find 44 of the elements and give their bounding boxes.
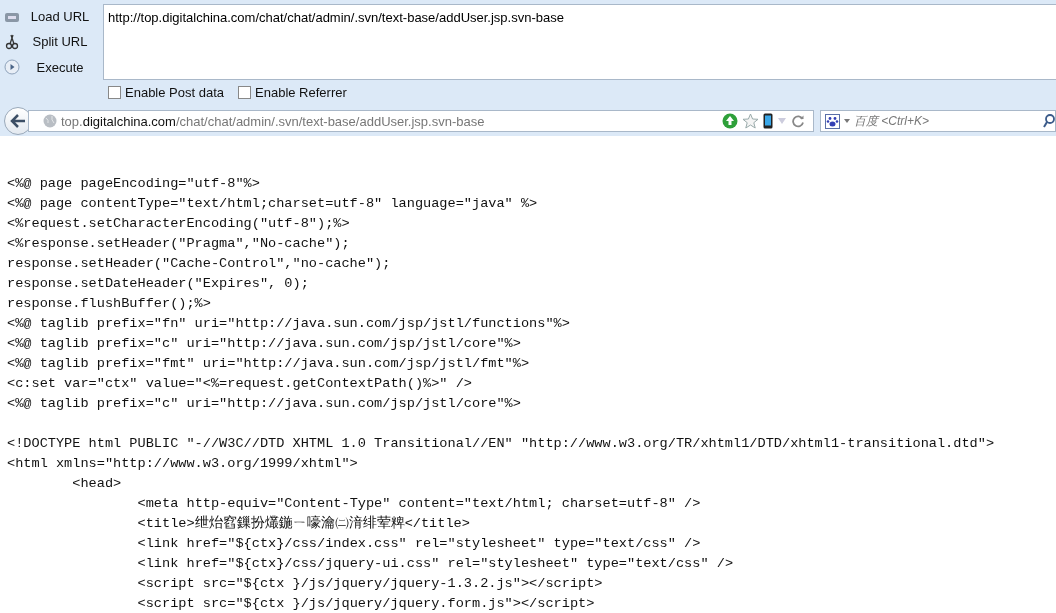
search-field[interactable]: 百度 <Ctrl+K> [820,110,1056,132]
source-code-line: <%@ taglib prefix="c" uri="http://java.sun.com/jsp/jstl/core"%> [7,395,522,413]
source-code-line: <!DOCTYPE html PUBLIC "-//W3C//DTD XHTML 1.0 Transitional//EN" "http://www.w3.org/TR/xhtml1/DTD/xhtml1-transitional.dtd"> [7,435,996,453]
source-code-line: <%@ page pageEncoding="utf-8"%> [7,175,261,193]
source-code-line: <script src="${ctx }/js/jquery/jquery.form.js"></script> [136,595,596,613]
source-code-line: <%request.setCharacterEncoding("utf-8");%> [7,215,351,233]
source-code-line: <meta http-equiv="Content-Type" content="text/html; charset=utf-8" /> [136,495,702,513]
source-code-line: response.setDateHeader("Expires", 0); [7,275,310,293]
toolbar-button[interactable]: Load URL [0,4,103,30]
checkbox[interactable] [108,86,121,99]
source-code-line: <c:set var="ctx" value="<%=request.getContextPath()%>" /> [7,375,473,393]
toolbar-button[interactable]: Split URL [0,29,103,55]
source-code-line: <link href="${ctx}/css/jquery-ui.css" rel="stylesheet" type="text/css" /> [136,555,735,573]
play-icon [4,59,20,76]
url-input-field[interactable]: http://top.digitalchina.com/chat/chat/admin/.svn/text-base/addUser.jsp.svn-base [103,4,1056,80]
checkbox[interactable] [238,86,252,99]
source-code-line: response.setHeader("Cache-Control","no-cache"); [7,255,392,273]
source-code-line: <%@ taglib prefix="fmt" uri="http://java.sun.com/jsp/jstl/fmt"%> [7,355,531,373]
source-code-line: <%response.setHeader("Pragma","No-cache"); [7,235,351,253]
search-icon[interactable] [1043,114,1055,128]
caret-icon[interactable] [844,119,850,123]
source-code-line: <title>绁炲窞鏁扮爜鍦ㄧ嚎瀹㈡湇绯荤粺</title> [136,514,471,533]
back-arrow-icon [10,114,26,128]
source-code-line: <%@ page contentType="text/html;charset=utf-8" language="java" %> [7,195,539,213]
globe-icon [43,114,57,128]
url-text: top. [61,113,83,129]
source-code-line: <link href="${ctx}/css/index.css" rel="stylesheet" type="text/css" /> [136,535,702,553]
address-bar[interactable]: top.digitalchina.com/chat/chat/admin/.svn/text-base/addUser.jsp.svn-base [28,110,814,132]
scissors-icon [4,34,20,50]
source-code-line: <%@ taglib prefix="c" uri="http://java.sun.com/jsp/jstl/core"%> [7,335,522,353]
source-code-line: <head> [71,475,123,493]
checkbox-label: Enable Post data [125,85,225,100]
toolbar-button[interactable]: Execute [0,54,103,80]
url-path: /chat/chat/admin/.svn/text-base/addUser.jsp.svn-base [175,113,485,129]
paw-icon[interactable] [825,113,840,129]
source-code-line: response.flushBuffer();%> [7,295,212,313]
source-code-line: <html xmlns="http://www.w3.org/1999/xhtml"> [7,455,359,473]
source-code-line: <%@ taglib prefix="fn" uri="http://java.sun.com/jsp/jstl/functions"%> [7,315,571,333]
phone-icon[interactable] [763,113,773,129]
star-icon[interactable] [742,113,759,129]
source-code-line: <script src="${ctx }/js/jquery/jquery-1.3.2.js"></script> [136,575,604,593]
url-domain: digitalchina.com [82,113,176,129]
reload-icon[interactable] [791,114,805,128]
checkbox-label: Enable Referrer [255,85,347,100]
